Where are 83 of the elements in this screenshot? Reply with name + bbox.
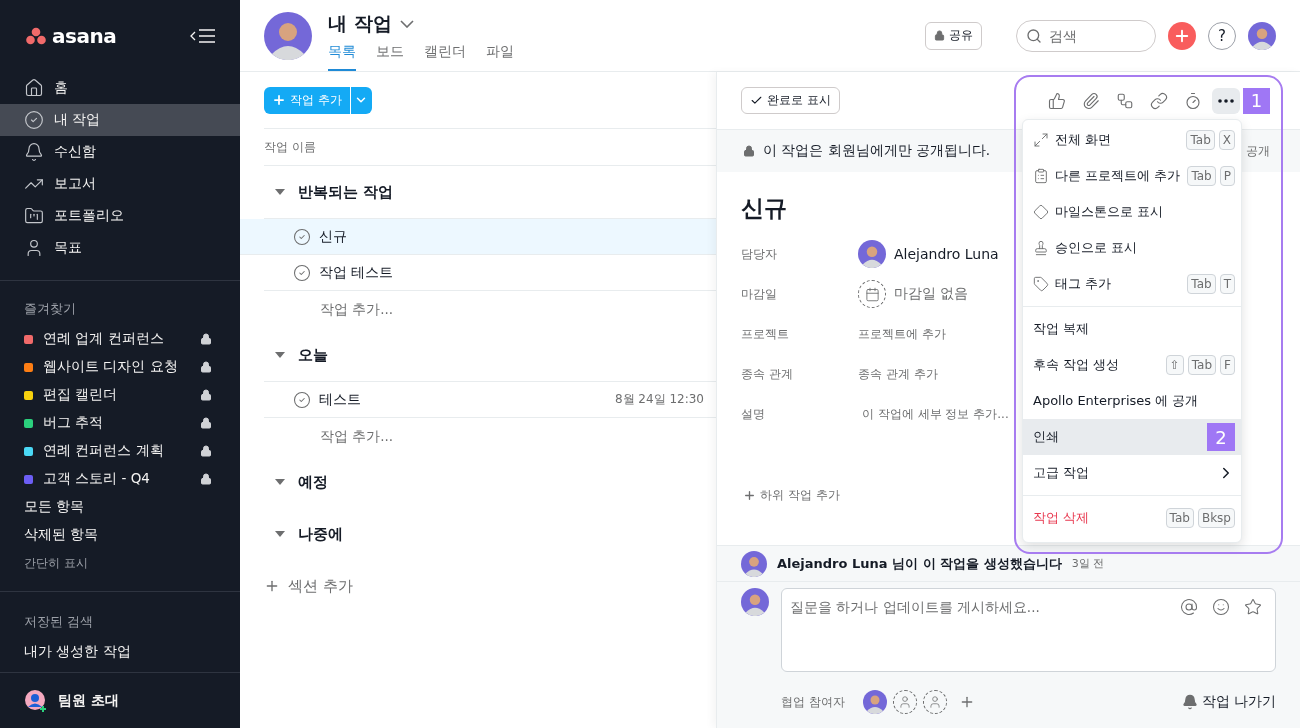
field-value[interactable]: 마감일 없음 (894, 285, 969, 303)
nav-item[interactable]: 내 작업 (0, 104, 240, 136)
activity-time: 3일 전 (1071, 556, 1105, 571)
nav-item[interactable]: 목표 (0, 232, 240, 264)
make-public-link[interactable]: 공개 (1246, 142, 1270, 160)
logo-text: asana (52, 24, 117, 48)
field-value[interactable]: 프로젝트에 추가 (858, 325, 946, 343)
help-button[interactable]: ? (1208, 21, 1236, 50)
field-label: 설명 (741, 405, 766, 423)
task-row[interactable]: 신규 (240, 219, 716, 255)
menu-item[interactable]: 후속 작업 생성 ⇧ Tab F (1023, 347, 1241, 383)
task-title: 신규 (741, 193, 787, 223)
field-value[interactable]: 이 작업에 세부 정보 추가... (858, 405, 1009, 423)
section-title: 즐겨찾기 (23, 300, 77, 318)
shortcut-key: Tab (1187, 166, 1216, 186)
nav-item[interactable]: 포트폴리오 (0, 200, 240, 232)
favorite-item[interactable]: 연례 업계 컨퍼런스 (0, 325, 240, 353)
menu-item[interactable]: 마일스톤으로 표시 (1023, 194, 1241, 230)
comment-field[interactable]: 질문을 하거나 업데이트를 게시하세요... (781, 588, 1276, 672)
view-tab[interactable]: 파일 (486, 42, 514, 71)
menu-item[interactable]: 태그 추가 Tab T (1023, 266, 1241, 302)
shortcut-key: Tab (1186, 130, 1215, 150)
field-label: 담당자 (741, 245, 778, 263)
add-section-button[interactable]: 섹션 추가 (264, 560, 716, 612)
menu-item[interactable]: 다른 프로젝트에 추가 Tab P (1023, 158, 1241, 194)
nav-item[interactable]: 홈 (0, 72, 240, 104)
add-task-link[interactable]: 작업 추가... (264, 418, 716, 456)
shortcut-key: Bksp (1197, 508, 1235, 528)
privacy-notice: 이 작업은 회원님에게만 공개됩니다. (763, 142, 992, 160)
nav-item[interactable]: 보고서 (0, 168, 240, 200)
view-tab[interactable]: 목록 (328, 42, 356, 71)
favorite-item[interactable]: 버그 추적 (0, 409, 240, 437)
activity-text: Alejandro Luna 님이 이 작업을 생성했습니다 (777, 554, 1062, 573)
favorite-item[interactable]: 고객 스토리 - Q4 (0, 465, 240, 493)
section-header[interactable]: 나중에 (264, 508, 716, 560)
leave-task-button[interactable]: 작업 나가기 (1181, 693, 1276, 711)
shortcut-key: P (1219, 166, 1235, 186)
mark-complete-button[interactable]: 완료로 표시 (741, 87, 840, 114)
sidebar-link[interactable]: 삭제된 항목 (0, 521, 240, 549)
field-label: 종속 관계 (741, 365, 794, 383)
favorite-item[interactable]: 웹사이트 디자인 요청 (0, 353, 240, 381)
invite-button[interactable]: 팀원 초대 (0, 672, 240, 728)
field-value[interactable]: 종속 관계 추가 (858, 365, 938, 383)
section-header[interactable]: 예정 (264, 456, 716, 508)
task-row[interactable]: 작업 테스트 (264, 255, 716, 291)
section-header[interactable]: 오늘 (264, 329, 716, 382)
sidebar-link[interactable]: 모든 항목 (0, 493, 240, 521)
shortcut-key: Tab (1165, 508, 1194, 528)
shortcut-key: X (1218, 130, 1235, 150)
view-tab[interactable]: 보드 (376, 42, 404, 71)
favorite-item[interactable]: 편집 캘린더 (0, 381, 240, 409)
field-label: 마감일 (741, 285, 778, 303)
menu-item[interactable]: 고급 작업 (1023, 455, 1241, 491)
shortcut-key: Tab (1187, 355, 1217, 375)
menu-item[interactable]: Apollo Enterprises 에 공개 (1023, 383, 1241, 419)
share-button[interactable]: 공유 (925, 21, 982, 50)
annotation-badge: 1 (1243, 87, 1270, 114)
search-field[interactable]: 검색 (1016, 19, 1156, 52)
section-title: 저장된 검색 (23, 613, 95, 631)
saved-search-item[interactable]: 내가 생성한 작업 (0, 638, 240, 666)
menu-item[interactable]: 작업 복제 (1023, 311, 1241, 347)
menu-item[interactable]: 전체 화면 Tab X (1023, 122, 1241, 158)
menu-item[interactable]: 인쇄 2 (1023, 419, 1241, 455)
menu-item[interactable]: 승인으로 표시 (1023, 230, 1241, 266)
view-tab[interactable]: 캘린더 (424, 42, 466, 71)
annotation-badge: 2 (1207, 423, 1235, 451)
add-task-link[interactable]: 작업 추가... (264, 291, 716, 329)
add-subtask-button[interactable]: 하위 작업 추가 (743, 487, 840, 504)
due-date: 8월 24일 12:30 (614, 391, 704, 408)
shortcut-key: Tab (1187, 274, 1216, 294)
task-row[interactable]: 테스트 8월 24일 12:30 (264, 382, 716, 418)
collaborators-label: 협업 참여자 (781, 693, 845, 711)
shortcut-key: F (1220, 355, 1235, 375)
shortcut-key: T (1219, 274, 1235, 294)
favorite-item[interactable]: 연례 컨퍼런스 계획 (0, 437, 240, 465)
menu-item[interactable]: 작업 삭제 Tab Bksp (1023, 500, 1241, 536)
nav-item[interactable]: 수신함 (0, 136, 240, 168)
column-header: 작업 이름 (264, 138, 316, 156)
field-label: 프로젝트 (741, 325, 790, 343)
show-less-link[interactable]: 간단히 표시 (0, 549, 240, 577)
shortcut-key: ⇧ (1165, 355, 1184, 375)
page-title: 내 작업 (328, 10, 392, 36)
field-value[interactable]: Alejandro Luna (894, 246, 999, 262)
